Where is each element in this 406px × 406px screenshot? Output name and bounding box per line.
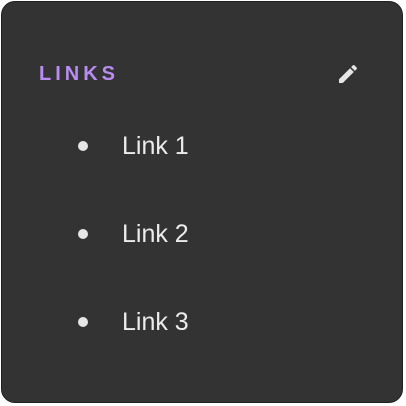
bullet-icon — [78, 229, 88, 239]
links-widget: LINKS Link 1 Link 2 Link 3 — [1, 1, 403, 403]
widget-title: LINKS — [39, 63, 119, 85]
pencil-icon — [339, 64, 358, 83]
edit-button[interactable] — [334, 60, 362, 88]
bullet-icon — [78, 141, 88, 151]
widget-header: LINKS — [39, 60, 362, 88]
link-3[interactable]: Link 3 — [122, 302, 189, 342]
link-2[interactable]: Link 2 — [122, 214, 189, 254]
bullet-icon — [78, 317, 88, 327]
link-1[interactable]: Link 1 — [122, 126, 189, 166]
